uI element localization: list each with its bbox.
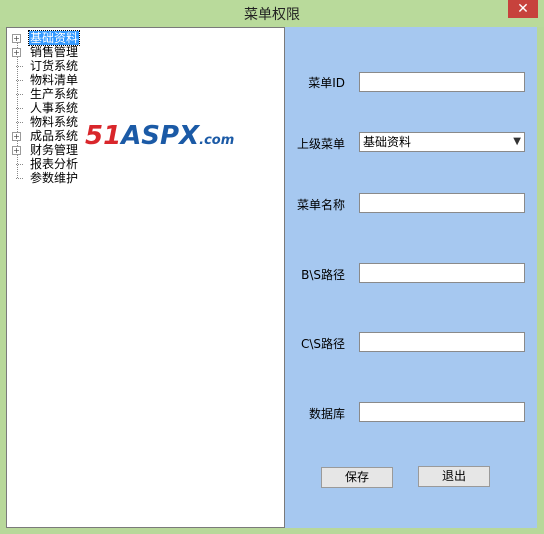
menu-tree[interactable]: + 基础资料 + 销售管理 订货系统 物料清单 生产系统 人事系统 物料系统 +… xyxy=(6,27,285,528)
tree-node-label[interactable]: 参数维护 xyxy=(29,171,79,185)
title-bar: 菜单权限 ✕ xyxy=(0,0,544,27)
tree-connector xyxy=(16,122,23,123)
close-button[interactable]: ✕ xyxy=(508,0,538,18)
tree-connector xyxy=(16,80,23,81)
tree-node-label[interactable]: 基础资料 xyxy=(27,30,81,46)
tree-node-label[interactable]: 生产系统 xyxy=(29,87,79,101)
exit-button[interactable]: 退出 xyxy=(418,466,490,487)
menu-name-input[interactable] xyxy=(359,193,525,213)
tree-node-label[interactable]: 财务管理 xyxy=(29,143,79,157)
watermark-suffix: .com xyxy=(199,133,235,148)
tree-node-label[interactable]: 物料清单 xyxy=(29,73,79,87)
parent-menu-label: 上级菜单 xyxy=(296,137,345,151)
tree-connector xyxy=(16,164,23,165)
watermark-number: 51 xyxy=(85,121,122,151)
menu-id-label: 菜单ID xyxy=(308,76,345,90)
client-area: + 基础资料 + 销售管理 订货系统 物料清单 生产系统 人事系统 物料系统 +… xyxy=(6,27,537,528)
tree-node-label[interactable]: 报表分析 xyxy=(29,157,79,171)
tree-connector xyxy=(16,178,23,179)
watermark-logo: 51ASPX.com xyxy=(85,121,234,151)
expand-icon[interactable]: + xyxy=(12,34,21,43)
parent-menu-selected-value: 基础资料 xyxy=(363,135,412,149)
menu-name-label: 菜单名称 xyxy=(296,198,345,212)
expand-icon[interactable]: + xyxy=(12,146,21,155)
tree-connector xyxy=(16,108,23,109)
tree-node-label[interactable]: 订货系统 xyxy=(29,59,79,73)
watermark-brand: ASPX xyxy=(121,121,200,151)
tree-node-label[interactable]: 人事系统 xyxy=(29,101,79,115)
database-label: 数据库 xyxy=(308,407,345,421)
bs-path-input[interactable] xyxy=(359,263,525,283)
tree-node-label[interactable]: 销售管理 xyxy=(29,45,79,59)
menu-permission-window: 菜单权限 ✕ + 基础资料 + 销售管理 订货系统 物料清单 生产系统 人事系统… xyxy=(0,0,544,534)
cs-path-label: C\S路径 xyxy=(300,337,345,351)
expand-icon[interactable]: + xyxy=(12,132,21,141)
save-button[interactable]: 保存 xyxy=(321,467,393,488)
tree-node-label[interactable]: 成品系统 xyxy=(29,129,79,143)
chevron-down-icon[interactable]: ▼ xyxy=(513,133,521,151)
cs-path-input[interactable] xyxy=(359,332,525,352)
bs-path-label: B\S路径 xyxy=(301,268,345,282)
tree-node-label[interactable]: 物料系统 xyxy=(29,115,79,129)
expand-icon[interactable]: + xyxy=(12,48,21,57)
tree-connector xyxy=(16,66,23,67)
tree-connector xyxy=(16,94,23,95)
parent-menu-select[interactable]: 基础资料 ▼ xyxy=(359,132,525,152)
menu-form-panel: 菜单ID 上级菜单 基础资料 ▼ 菜单名称 B\S路径 C\S路径 数据库 保存… xyxy=(285,27,537,528)
window-title: 菜单权限 xyxy=(244,7,300,23)
database-input[interactable] xyxy=(359,402,525,422)
menu-id-input[interactable] xyxy=(359,72,525,92)
